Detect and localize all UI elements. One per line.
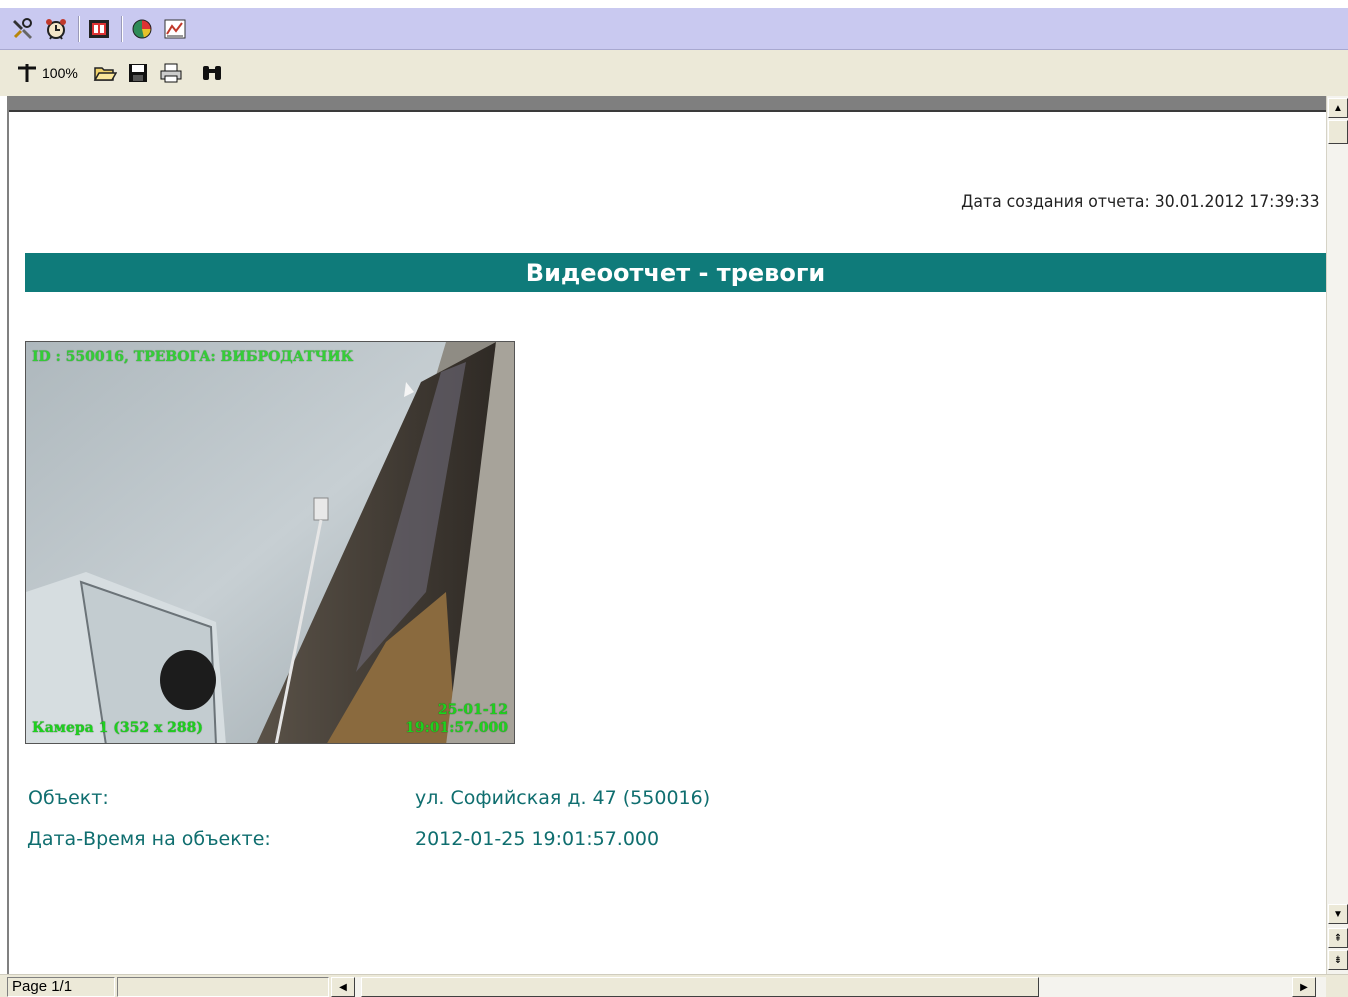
tools-icon[interactable] bbox=[10, 16, 36, 42]
horizontal-scroll-thumb[interactable] bbox=[361, 977, 1039, 997]
film-report-icon[interactable] bbox=[86, 16, 112, 42]
open-folder-icon[interactable] bbox=[92, 60, 118, 86]
zoom-level[interactable]: 100% bbox=[42, 65, 78, 81]
osd-date: 25-01-12 bbox=[437, 702, 508, 718]
osd-time: 19:01:57.000 bbox=[405, 720, 508, 736]
report-title-banner: Видеоотчет - тревоги bbox=[25, 253, 1326, 292]
save-icon[interactable] bbox=[125, 60, 151, 86]
status-panel bbox=[117, 977, 329, 997]
vertical-scroll-thumb[interactable] bbox=[1328, 120, 1348, 144]
find-binoculars-icon[interactable] bbox=[199, 60, 225, 86]
report-page: Дата создания отчета: 30.01.2012 17:39:3… bbox=[9, 114, 1326, 974]
datetime-label: Дата-Время на объекте: bbox=[27, 828, 271, 850]
toolbar-separator bbox=[121, 15, 123, 42]
print-icon[interactable] bbox=[158, 60, 184, 86]
next-page-button[interactable]: ⇟ bbox=[1328, 950, 1348, 970]
toolbar-separator bbox=[78, 15, 80, 42]
camera-frame-image bbox=[26, 342, 514, 743]
object-label: Объект: bbox=[28, 787, 109, 809]
status-bar: Page 1/1 ◀ ▶ bbox=[0, 974, 1348, 997]
osd-camera-label: Камера 1 (352 x 288) bbox=[32, 720, 204, 736]
report-created-date: Дата создания отчета: 30.01.2012 17:39:3… bbox=[961, 192, 1320, 212]
pie-chart-icon[interactable] bbox=[129, 16, 155, 42]
line-chart-icon[interactable] bbox=[162, 16, 188, 42]
main-toolbar bbox=[0, 8, 1348, 50]
viewer-toolbar: 100% bbox=[0, 50, 1348, 96]
ruler-strip bbox=[8, 96, 1326, 112]
report-title: Видеоотчет - тревоги bbox=[525, 258, 826, 287]
horizontal-scrollbar[interactable]: ◀ ▶ bbox=[331, 977, 1326, 997]
vertical-scrollbar[interactable]: ▲ ▼ ⇞ ⇟ bbox=[1326, 96, 1348, 974]
zoom-icon[interactable] bbox=[14, 60, 40, 86]
scroll-left-button[interactable]: ◀ bbox=[331, 977, 355, 997]
object-value: ул. Софийская д. 47 (550016) bbox=[415, 787, 711, 809]
previous-page-button[interactable]: ⇞ bbox=[1328, 928, 1348, 948]
camera-snapshot[interactable]: ID : 550016, ТРЕВОГА: ВИБРОДАТЧИК 25-01-… bbox=[25, 341, 515, 744]
page-indicator: Page 1/1 bbox=[7, 977, 115, 997]
datetime-value: 2012-01-25 19:01:57.000 bbox=[415, 828, 660, 850]
osd-event-text: ID : 550016, ТРЕВОГА: ВИБРОДАТЧИК bbox=[32, 349, 354, 365]
alarm-clock-icon[interactable] bbox=[43, 16, 69, 42]
scroll-up-button[interactable]: ▲ bbox=[1328, 98, 1348, 118]
scroll-right-button[interactable]: ▶ bbox=[1292, 977, 1316, 997]
scroll-down-button[interactable]: ▼ bbox=[1328, 904, 1348, 924]
